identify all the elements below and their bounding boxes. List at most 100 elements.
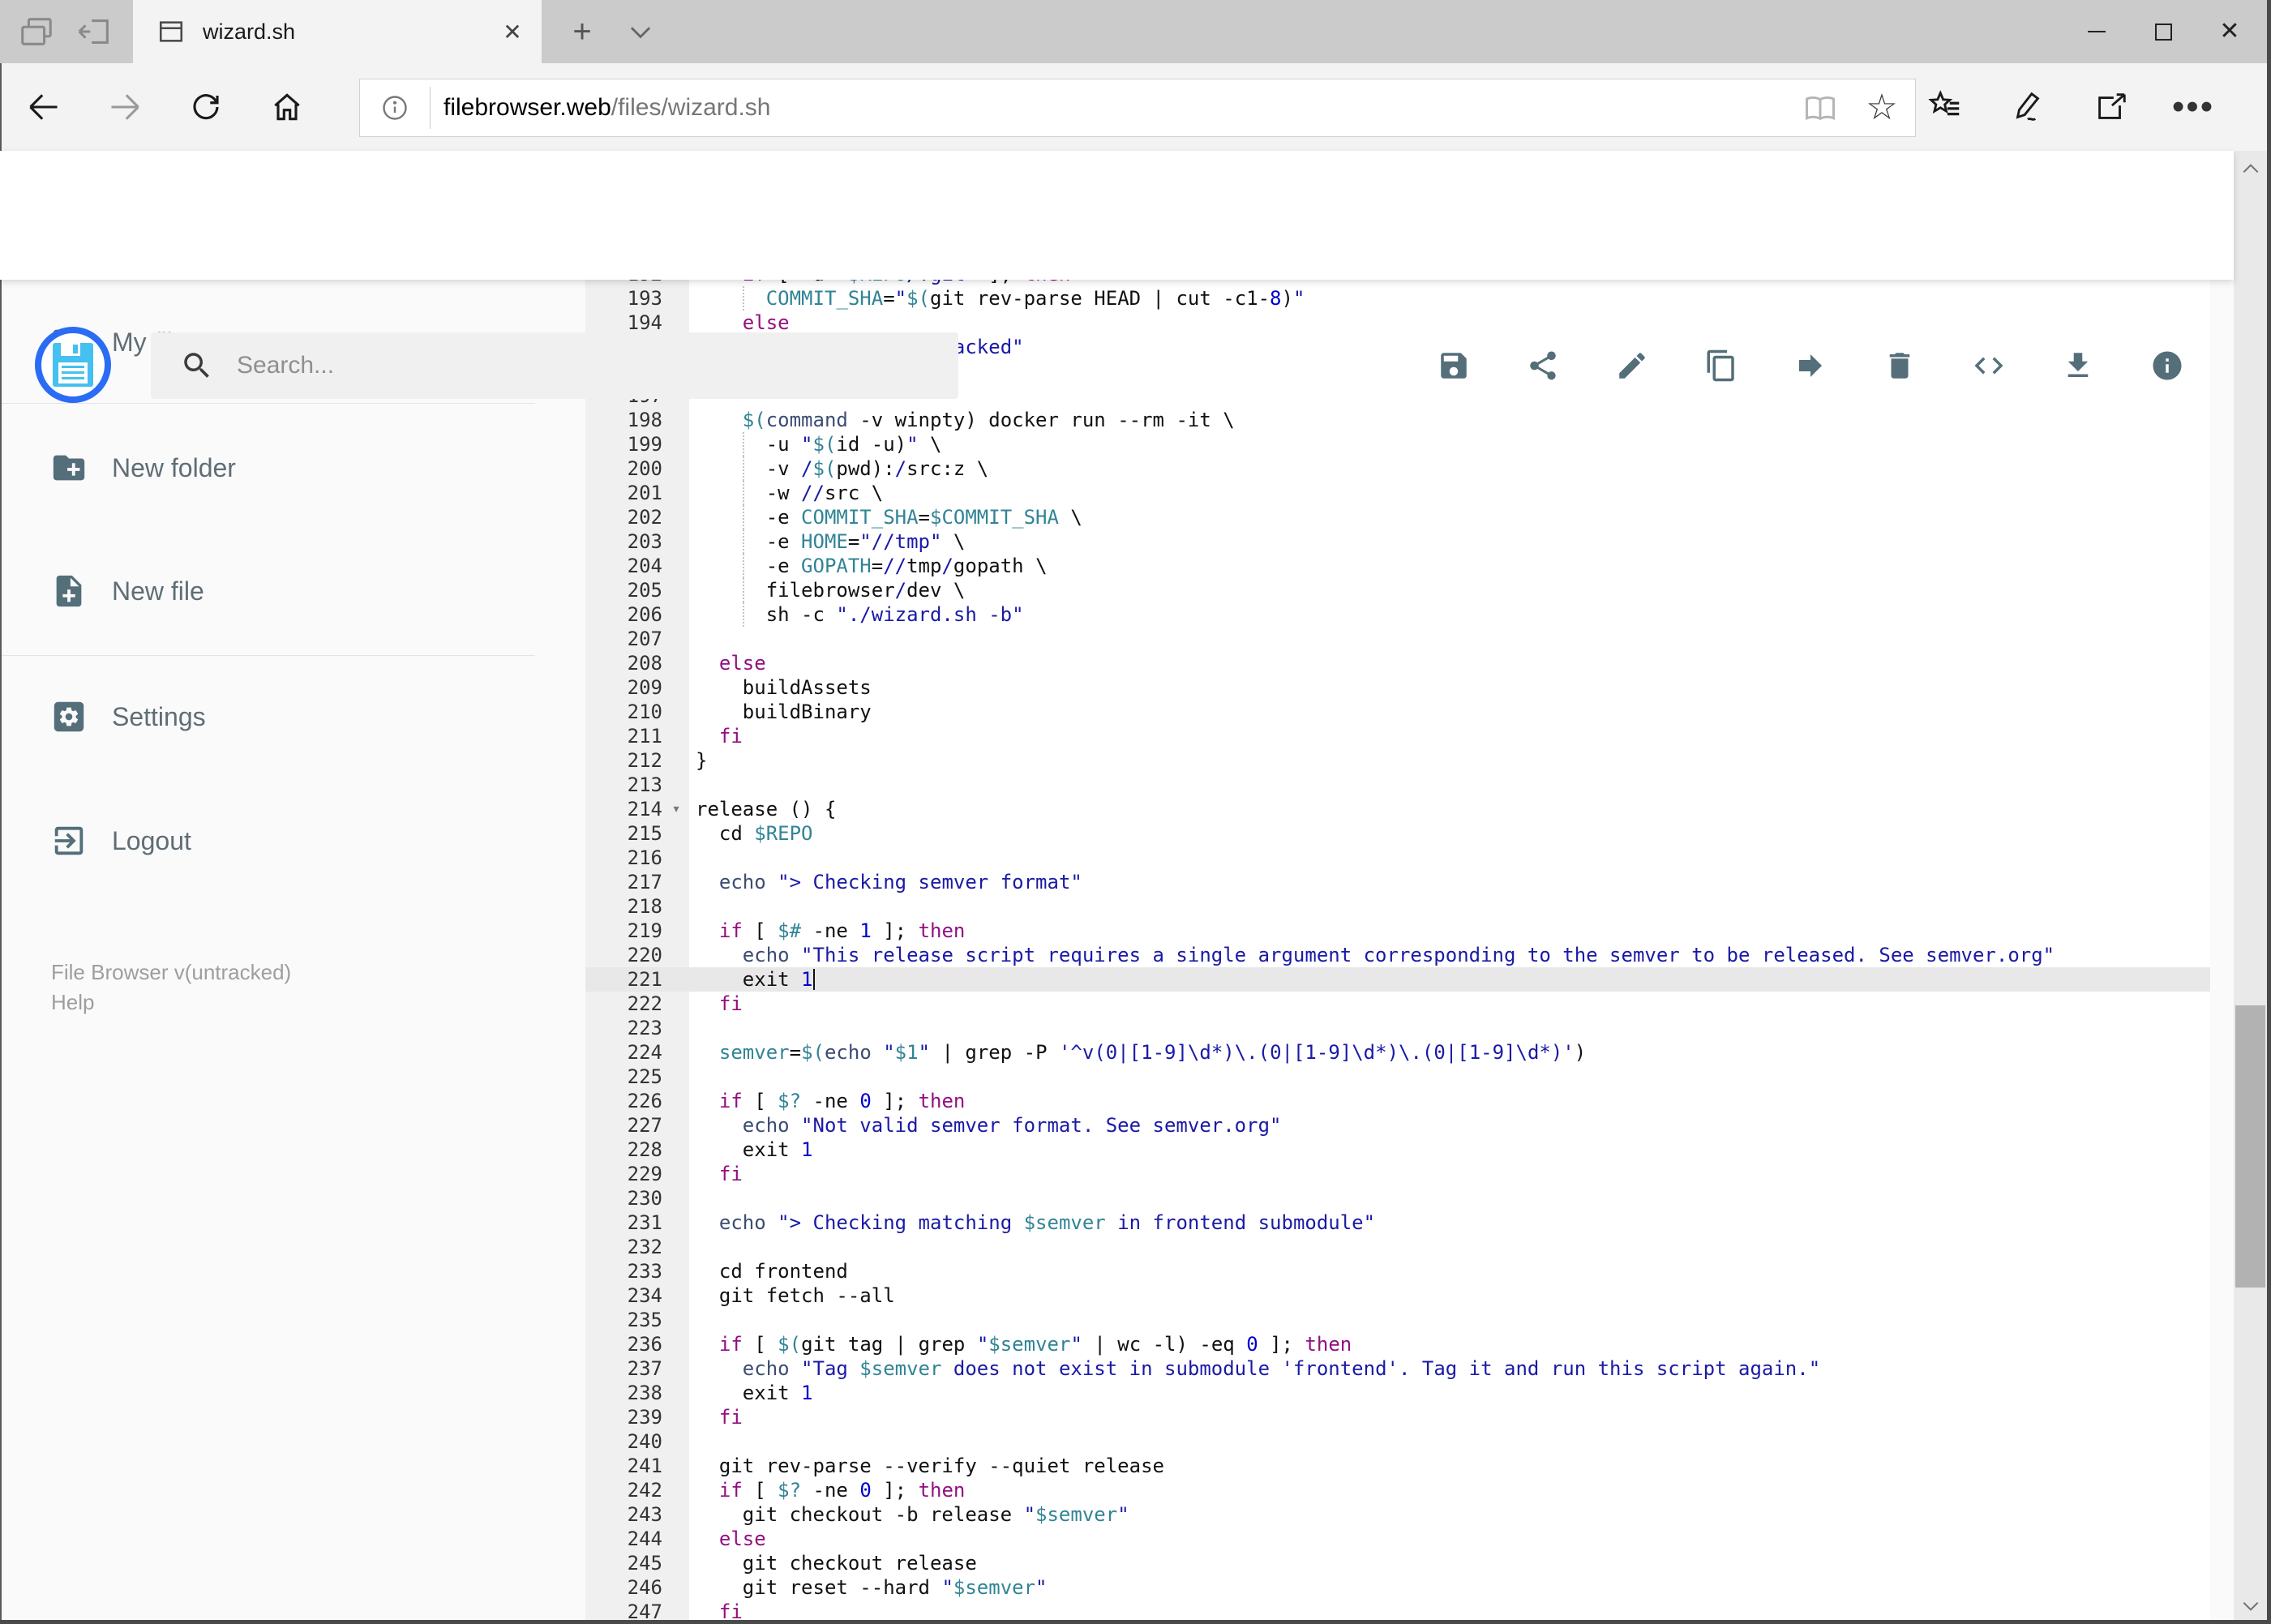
tab-preview-icon[interactable] xyxy=(18,13,55,50)
favorites-hub-icon[interactable] xyxy=(1916,78,1974,136)
code-line-203[interactable]: 203 -e HOME="//tmp" \ xyxy=(585,529,2210,554)
code-line-210[interactable]: 210 buildBinary xyxy=(585,700,2210,724)
save-button[interactable] xyxy=(1437,349,1471,383)
search-box[interactable]: Search... xyxy=(151,332,958,399)
code-line-204[interactable]: 204 -e GOPATH=//tmp/gopath \ xyxy=(585,554,2210,578)
window-maximize-button[interactable] xyxy=(2130,0,2196,63)
window-minimize-button[interactable] xyxy=(2063,0,2130,63)
new-tab-button[interactable]: + xyxy=(558,0,606,63)
delete-button[interactable] xyxy=(1883,349,1917,383)
scroll-up-icon[interactable] xyxy=(2234,151,2267,186)
code-line-225[interactable]: 225 xyxy=(585,1065,2210,1089)
code-line-199[interactable]: 199 -u "$(id -u)" \ xyxy=(585,432,2210,456)
code-line-221[interactable]: 221 exit 1 xyxy=(585,967,2210,992)
rename-button[interactable] xyxy=(1615,349,1649,383)
site-info-icon[interactable] xyxy=(360,93,430,122)
refresh-button[interactable] xyxy=(177,78,235,136)
scrollbar-thumb[interactable] xyxy=(2235,1005,2265,1288)
code-line-246[interactable]: 246 git reset --hard "$semver" xyxy=(585,1575,2210,1600)
code-line-235[interactable]: 235 xyxy=(585,1308,2210,1332)
code-line-245[interactable]: 245 git checkout release xyxy=(585,1551,2210,1575)
share-icon[interactable] xyxy=(2081,78,2140,136)
scroll-down-icon[interactable] xyxy=(2234,1588,2267,1624)
window-close-button[interactable]: ✕ xyxy=(2196,0,2263,63)
code-line-217[interactable]: 217 echo "> Checking semver format" xyxy=(585,870,2210,894)
code-line-227[interactable]: 227 echo "Not valid semver format. See s… xyxy=(585,1113,2210,1138)
annotate-pen-icon[interactable] xyxy=(1999,78,2057,136)
favorite-star-icon[interactable]: ☆ xyxy=(1855,84,1909,132)
sidebar-item-new-file[interactable]: New file xyxy=(0,555,585,628)
forward-button[interactable] xyxy=(96,78,154,136)
code-line-243[interactable]: 243 git checkout -b release "$semver" xyxy=(585,1502,2210,1527)
code-line-215[interactable]: 215 cd $REPO xyxy=(585,821,2210,846)
browser-tab[interactable]: wizard.sh ✕ xyxy=(133,0,542,63)
code-line-192[interactable]: 192 if [ -d "$REPO/.git" ]; then xyxy=(585,280,2210,286)
code-line-232[interactable]: 232 xyxy=(585,1235,2210,1259)
code-line-194[interactable]: 194 else xyxy=(585,311,2210,335)
code-line-212[interactable]: 212} xyxy=(585,748,2210,773)
switch-view-button[interactable] xyxy=(1972,349,2006,383)
code-line-211[interactable]: 211 fi xyxy=(585,724,2210,748)
line-number: 219 xyxy=(627,919,662,942)
address-bar[interactable]: filebrowser.web/files/wizard.sh ☆ xyxy=(359,79,1916,137)
reading-view-icon[interactable] xyxy=(1793,84,1847,132)
code-line-201[interactable]: 201 -w //src \ xyxy=(585,481,2210,505)
code-line-223[interactable]: 223 xyxy=(585,1016,2210,1040)
filebrowser-logo[interactable] xyxy=(35,327,111,403)
tab-dropdown-icon[interactable] xyxy=(616,0,665,63)
code-line-218[interactable]: 218 xyxy=(585,894,2210,919)
code-line-236[interactable]: 236 if [ $(git tag | grep "$semver" | wc… xyxy=(585,1332,2210,1356)
code-line-222[interactable]: 222 fi xyxy=(585,992,2210,1016)
copy-button[interactable] xyxy=(1704,349,1738,383)
code-line-205[interactable]: 205 filebrowser/dev \ xyxy=(585,578,2210,602)
code-line-208[interactable]: 208 else xyxy=(585,651,2210,675)
code-line-240[interactable]: 240 xyxy=(585,1429,2210,1454)
fold-toggle-icon[interactable]: ▾ xyxy=(663,797,689,821)
code-line-206[interactable]: 206 sh -c "./wizard.sh -b" xyxy=(585,602,2210,627)
back-button[interactable] xyxy=(15,78,73,136)
download-button[interactable] xyxy=(2061,349,2095,383)
code-line-214[interactable]: 214 ▾ release () { xyxy=(585,797,2210,821)
code-line-193[interactable]: 193 COMMIT_SHA="$(git rev-parse HEAD | c… xyxy=(585,286,2210,311)
code-line-213[interactable]: 213 xyxy=(585,773,2210,797)
code-line-230[interactable]: 230 xyxy=(585,1186,2210,1211)
set-tabs-aside-icon[interactable] xyxy=(76,13,114,50)
code-line-200[interactable]: 200 -v /$(pwd):/src:z \ xyxy=(585,456,2210,481)
move-button[interactable] xyxy=(1793,349,1828,383)
page-scrollbar[interactable] xyxy=(2234,151,2267,1624)
code-line-244[interactable]: 244 else xyxy=(585,1527,2210,1551)
home-button[interactable] xyxy=(258,78,316,136)
code-line-209[interactable]: 209 buildAssets xyxy=(585,675,2210,700)
code-line-198[interactable]: 198 $(command -v winpty) docker run --rm… xyxy=(585,408,2210,432)
code-line-207[interactable]: 207 xyxy=(585,627,2210,651)
url-text[interactable]: filebrowser.web/files/wizard.sh xyxy=(443,94,1793,122)
code-line-202[interactable]: 202 -e COMMIT_SHA=$COMMIT_SHA \ xyxy=(585,505,2210,529)
code-line-219[interactable]: 219 if [ $# -ne 1 ]; then xyxy=(585,919,2210,943)
tab-close-icon[interactable]: ✕ xyxy=(495,14,530,49)
sidebar-item-new-folder[interactable]: New folder xyxy=(0,431,585,504)
code-line-220[interactable]: 220 echo "This release script requires a… xyxy=(585,943,2210,967)
code-line-226[interactable]: 226 if [ $? -ne 0 ]; then xyxy=(585,1089,2210,1113)
code-line-229[interactable]: 229 fi xyxy=(585,1162,2210,1186)
sidebar-item-settings[interactable]: Settings xyxy=(0,680,585,753)
code-line-216[interactable]: 216 xyxy=(585,846,2210,870)
code-line-241[interactable]: 241 git rev-parse --verify --quiet relea… xyxy=(585,1454,2210,1478)
code-line-242[interactable]: 242 if [ $? -ne 0 ]; then xyxy=(585,1478,2210,1502)
code-line-234[interactable]: 234 git fetch --all xyxy=(585,1283,2210,1308)
help-link[interactable]: Help xyxy=(51,988,291,1018)
code-line-237[interactable]: 237 echo "Tag $semver does not exist in … xyxy=(585,1356,2210,1381)
code-line-228[interactable]: 228 exit 1 xyxy=(585,1138,2210,1162)
more-menu-icon[interactable]: ••• xyxy=(2164,78,2222,136)
code-line-233[interactable]: 233 cd frontend xyxy=(585,1259,2210,1283)
code-line-238[interactable]: 238 exit 1 xyxy=(585,1381,2210,1405)
code-line-231[interactable]: 231 echo "> Checking matching $semver in… xyxy=(585,1211,2210,1235)
code-line-239[interactable]: 239 fi xyxy=(585,1405,2210,1429)
page-background-strip xyxy=(2210,280,2234,1624)
sidebar-item-logout[interactable]: Logout xyxy=(0,804,585,877)
browser-tab-strip: wizard.sh ✕ + ✕ xyxy=(0,0,2271,63)
code-line-224[interactable]: 224 semver=$(echo "$1" | grep -P '^v(0|[… xyxy=(585,1040,2210,1065)
share-file-button[interactable] xyxy=(1526,349,1560,383)
line-number: 236 xyxy=(627,1333,662,1356)
info-button[interactable] xyxy=(2150,349,2184,383)
code-editor[interactable]: 192 if [ -d "$REPO/.git" ]; then193 COMM… xyxy=(585,280,2210,1624)
